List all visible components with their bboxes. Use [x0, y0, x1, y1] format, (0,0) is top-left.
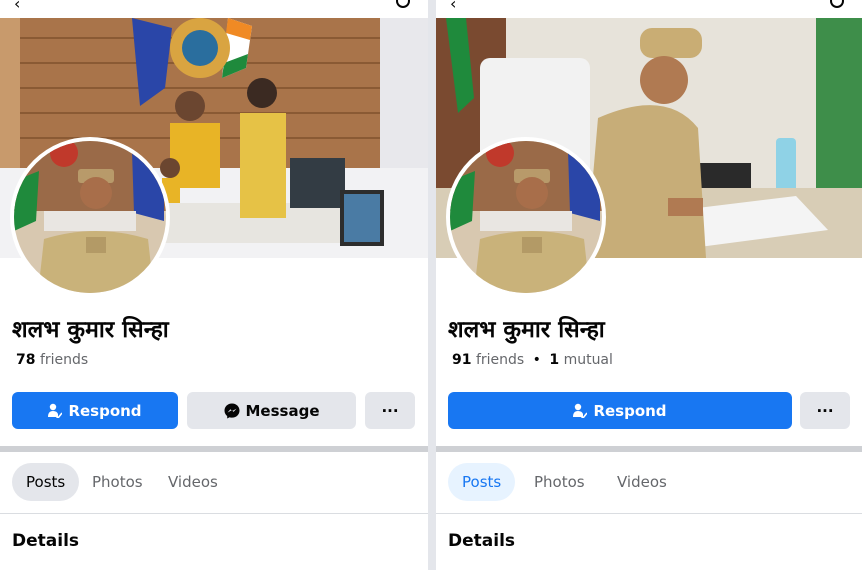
respond-label: Respond: [68, 401, 142, 420]
back-arrow-icon[interactable]: ‹: [14, 0, 20, 12]
section-divider: [0, 446, 428, 452]
friends-number: 78: [16, 352, 36, 368]
more-options-button[interactable]: ···: [800, 392, 850, 429]
respond-button[interactable]: Respond: [448, 392, 792, 429]
respond-button[interactable]: Respond: [12, 392, 178, 429]
tab-videos[interactable]: Videos: [154, 463, 232, 501]
profile-name: शलभ कुमार सिन्हा: [448, 317, 605, 343]
more-icon: ···: [816, 401, 834, 420]
friends-label: friends: [39, 352, 89, 368]
separator-dot: •: [532, 352, 541, 368]
profile-screen-left: ‹ शलभ कुमार सिन्हा 78 friends Respond Me…: [0, 0, 428, 570]
friends-label: friends: [475, 352, 525, 368]
mutual-label: mutual: [563, 352, 613, 368]
back-arrow-icon[interactable]: ‹: [450, 0, 456, 12]
tabs-divider: [0, 513, 428, 514]
search-icon[interactable]: [830, 0, 844, 8]
message-button[interactable]: Message: [187, 392, 356, 429]
person-check-icon: [48, 403, 63, 418]
friends-count[interactable]: 78 friends: [16, 352, 88, 368]
top-bar: ‹: [436, 0, 862, 18]
tab-photos[interactable]: Photos: [520, 463, 599, 501]
respond-label: Respond: [593, 401, 667, 420]
tab-posts[interactable]: Posts: [12, 463, 80, 501]
tabs-divider: [436, 513, 862, 514]
tab-photos[interactable]: Photos: [78, 463, 157, 501]
tab-videos[interactable]: Videos: [603, 463, 681, 501]
top-bar: ‹: [0, 0, 428, 18]
search-icon[interactable]: [396, 0, 410, 8]
profile-screen-right: ‹ शलभ कुमार सिन्हा 91 friends • 1 mutual…: [436, 0, 862, 570]
messenger-icon: [224, 403, 239, 418]
more-options-button[interactable]: ···: [365, 392, 415, 429]
profile-avatar[interactable]: [10, 137, 170, 297]
details-heading: Details: [448, 531, 516, 551]
person-check-icon: [573, 403, 588, 418]
friends-and-mutual[interactable]: 91 friends • 1 mutual: [452, 352, 613, 368]
mutual-number: 1: [549, 352, 560, 368]
tab-posts[interactable]: Posts: [448, 463, 516, 501]
friends-number: 91: [452, 352, 472, 368]
section-divider: [436, 446, 862, 452]
profile-name: शलभ कुमार सिन्हा: [12, 317, 169, 343]
details-heading: Details: [12, 531, 80, 551]
more-icon: ···: [381, 401, 399, 420]
profile-avatar[interactable]: [446, 137, 606, 297]
message-label: Message: [245, 401, 320, 420]
